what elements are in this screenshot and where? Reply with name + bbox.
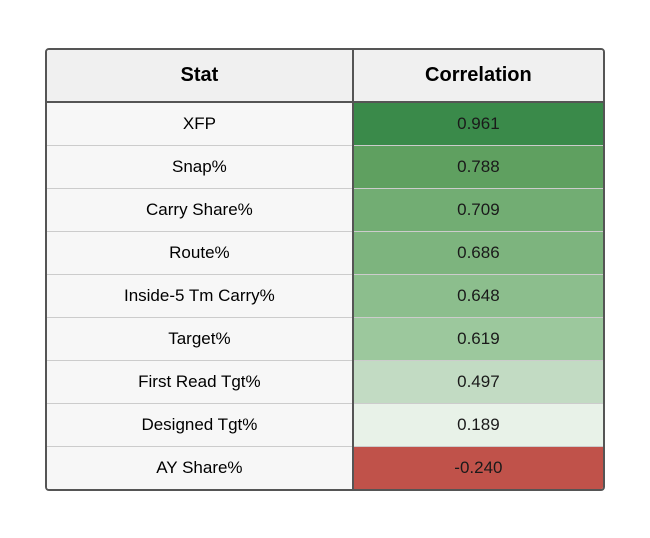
stat-cell: Inside-5 Tm Carry% bbox=[47, 274, 353, 317]
correlation-cell: 0.497 bbox=[353, 360, 603, 403]
table-row: Target%0.619 bbox=[47, 317, 603, 360]
stat-cell: AY Share% bbox=[47, 446, 353, 489]
stat-cell: First Read Tgt% bbox=[47, 360, 353, 403]
stat-cell: XFP bbox=[47, 102, 353, 146]
stat-header: Stat bbox=[47, 50, 353, 102]
correlation-header: Correlation bbox=[353, 50, 603, 102]
table-row: Designed Tgt%0.189 bbox=[47, 403, 603, 446]
stat-cell: Route% bbox=[47, 231, 353, 274]
table-row: First Read Tgt%0.497 bbox=[47, 360, 603, 403]
correlation-cell: 0.788 bbox=[353, 145, 603, 188]
correlation-cell: 0.619 bbox=[353, 317, 603, 360]
stat-cell: Carry Share% bbox=[47, 188, 353, 231]
stat-cell: Target% bbox=[47, 317, 353, 360]
stat-cell: Designed Tgt% bbox=[47, 403, 353, 446]
correlation-cell: 0.648 bbox=[353, 274, 603, 317]
table-row: XFP0.961 bbox=[47, 102, 603, 146]
correlation-cell: -0.240 bbox=[353, 446, 603, 489]
correlation-cell: 0.686 bbox=[353, 231, 603, 274]
correlation-cell: 0.961 bbox=[353, 102, 603, 146]
table-row: Carry Share%0.709 bbox=[47, 188, 603, 231]
table-row: Inside-5 Tm Carry%0.648 bbox=[47, 274, 603, 317]
stat-cell: Snap% bbox=[47, 145, 353, 188]
table-row: AY Share%-0.240 bbox=[47, 446, 603, 489]
correlation-cell: 0.709 bbox=[353, 188, 603, 231]
table-row: Snap%0.788 bbox=[47, 145, 603, 188]
correlation-table: Stat Correlation XFP0.961Snap%0.788Carry… bbox=[45, 48, 605, 491]
table-row: Route%0.686 bbox=[47, 231, 603, 274]
correlation-cell: 0.189 bbox=[353, 403, 603, 446]
